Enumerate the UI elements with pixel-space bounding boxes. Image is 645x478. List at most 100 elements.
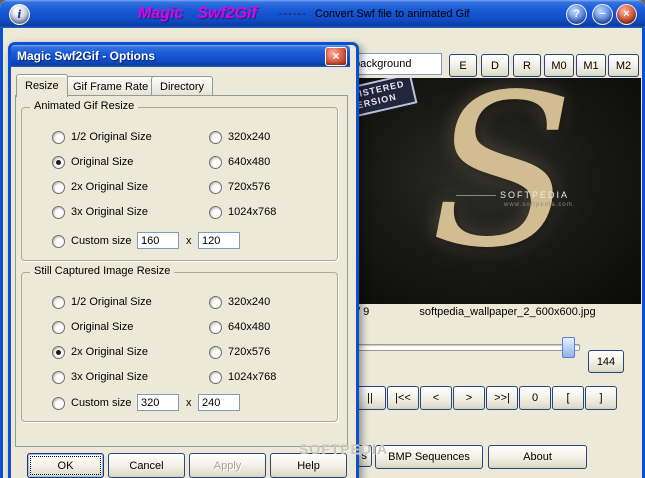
bracket-open-button[interactable]: [ [552, 386, 584, 410]
d-button[interactable]: D [481, 54, 509, 77]
g1-radio-half-original[interactable]: 1/2 Original Size [52, 130, 152, 144]
frame-value-box: 144 [588, 350, 624, 373]
g1-radio-original[interactable]: Original Size [52, 155, 133, 169]
m2-button[interactable]: M2 [608, 54, 639, 77]
radio-icon [52, 396, 65, 410]
g1-radio-custom-size[interactable]: Custom size [52, 234, 132, 248]
g1-x-separator: x [186, 235, 192, 247]
close-button[interactable]: × [616, 3, 637, 25]
g1-radio-640x480[interactable]: 640x480 [209, 155, 270, 169]
radio-icon [52, 370, 65, 384]
tab-gif-frame-rate[interactable]: Gif Frame Rate [64, 76, 158, 96]
tab-resize[interactable]: Resize [16, 74, 68, 97]
preview-image: S REGISTERED VERSION SOFTPEDIA www.softp… [352, 78, 641, 304]
g2-radio-1024x768[interactable]: 1024x768 [209, 370, 276, 384]
radio-label: 720x576 [228, 181, 271, 193]
animated-gif-resize-group: Animated Gif Resize 1/2 Original Size Or… [21, 100, 338, 261]
info-icon[interactable]: i [9, 3, 30, 25]
options-dialog: Magic Swf2Gif - Options × Resize Gif Fra… [8, 42, 359, 478]
radio-label: Original Size [71, 156, 134, 168]
first-frame-button[interactable]: |<< [387, 386, 419, 410]
g2-radio-720x576[interactable]: 720x576 [209, 345, 270, 359]
radio-label: 320x240 [228, 131, 271, 143]
cancel-button[interactable]: Cancel [108, 453, 185, 478]
radio-icon [209, 370, 222, 384]
radio-icon [209, 155, 222, 169]
m1-button[interactable]: M1 [576, 54, 606, 77]
g2-radio-320x240[interactable]: 320x240 [209, 295, 270, 309]
radio-icon [209, 345, 222, 359]
seek-slider-track[interactable] [356, 344, 580, 351]
g2-x-separator: x [186, 397, 192, 409]
radio-icon [52, 180, 65, 194]
radio-icon [52, 234, 65, 248]
g1-radio-720x576[interactable]: 720x576 [209, 180, 270, 194]
g2-radio-original[interactable]: Original Size [52, 320, 133, 334]
background-field[interactable] [350, 53, 442, 75]
dialog-title: Magic Swf2Gif - Options [17, 49, 156, 63]
radio-label: 640x480 [228, 321, 271, 333]
main-titlebar: i Magic Swf2Gif ------ Convert Swf file … [0, 0, 645, 28]
radio-label: Custom size [71, 397, 132, 409]
g1-custom-height-input[interactable] [198, 232, 240, 249]
group1-title: Animated Gif Resize [30, 100, 139, 112]
dialog-close-button[interactable]: × [325, 46, 347, 66]
softpedia-brand-text: SOFTPEDIA [500, 190, 570, 200]
title-dashes: ------ [278, 8, 307, 20]
g1-radio-2x-original[interactable]: 2x Original Size [52, 180, 148, 194]
about-button[interactable]: About [488, 445, 587, 469]
radio-icon [52, 205, 65, 219]
r-button[interactable]: R [513, 54, 541, 77]
radio-label: 1/2 Original Size [71, 296, 152, 308]
g2-radio-640x480[interactable]: 640x480 [209, 320, 270, 334]
ok-button[interactable]: OK [27, 453, 104, 478]
main-window: i Magic Swf2Gif ------ Convert Swf file … [0, 0, 645, 478]
radio-label: 1024x768 [228, 371, 277, 383]
last-frame-button[interactable]: >>| [486, 386, 518, 410]
g2-custom-height-input[interactable] [198, 394, 240, 411]
next-frame-button[interactable]: > [453, 386, 485, 410]
g2-radio-2x-original[interactable]: 2x Original Size [52, 345, 148, 359]
app-title-word1: Magic [138, 5, 184, 22]
e-button[interactable]: E [449, 54, 477, 77]
radio-icon [52, 345, 65, 359]
g2-radio-3x-original[interactable]: 3x Original Size [52, 370, 148, 384]
help-titlebar-button[interactable]: ? [566, 3, 587, 25]
title-subtitle: Convert Swf file to animated Gif [314, 8, 470, 20]
g2-radio-custom-size[interactable]: Custom size [52, 396, 132, 410]
tab-directory[interactable]: Directory [151, 76, 214, 96]
radio-label: 640x480 [228, 156, 271, 168]
wallpaper-s-glyph: S [430, 78, 574, 294]
registered-version-stamp: REGISTERED VERSION [352, 78, 417, 122]
g1-custom-width-input[interactable] [137, 232, 179, 249]
g1-radio-320x240[interactable]: 320x240 [209, 130, 270, 144]
radio-icon [52, 320, 65, 334]
radio-label: Original Size [71, 321, 134, 333]
g1-radio-1024x768[interactable]: 1024x768 [209, 205, 276, 219]
prev-frame-button[interactable]: < [420, 386, 452, 410]
apply-button[interactable]: Apply [189, 453, 266, 478]
radio-label: 320x240 [228, 296, 271, 308]
radio-label: 2x Original Size [71, 346, 149, 358]
group2-title: Still Captured Image Resize [30, 265, 175, 277]
radio-icon [209, 130, 222, 144]
radio-label: 3x Original Size [71, 206, 149, 218]
radio-icon [209, 180, 222, 194]
g1-radio-3x-original[interactable]: 3x Original Size [52, 205, 148, 219]
radio-label: 720x576 [228, 346, 271, 358]
g2-custom-width-input[interactable] [137, 394, 179, 411]
radio-label: 1024x768 [228, 206, 277, 218]
seek-slider-thumb[interactable] [562, 337, 575, 358]
minimize-button[interactable]: − [592, 3, 613, 25]
bmp-sequences-button[interactable]: BMP Sequences [375, 445, 483, 469]
radio-icon [209, 320, 222, 334]
softpedia-watermark: SOFTPEDIA [299, 441, 389, 457]
g2-radio-half-original[interactable]: 1/2 Original Size [52, 295, 152, 309]
bracket-close-button[interactable]: ] [585, 386, 617, 410]
m0-button[interactable]: M0 [544, 54, 574, 77]
brand-rule [456, 195, 496, 196]
still-captured-image-resize-group: Still Captured Image Resize 1/2 Original… [21, 265, 338, 422]
zero-button[interactable]: 0 [519, 386, 551, 410]
resize-tab-panel: Animated Gif Resize 1/2 Original Size Or… [15, 95, 348, 447]
radio-label: Custom size [71, 235, 132, 247]
